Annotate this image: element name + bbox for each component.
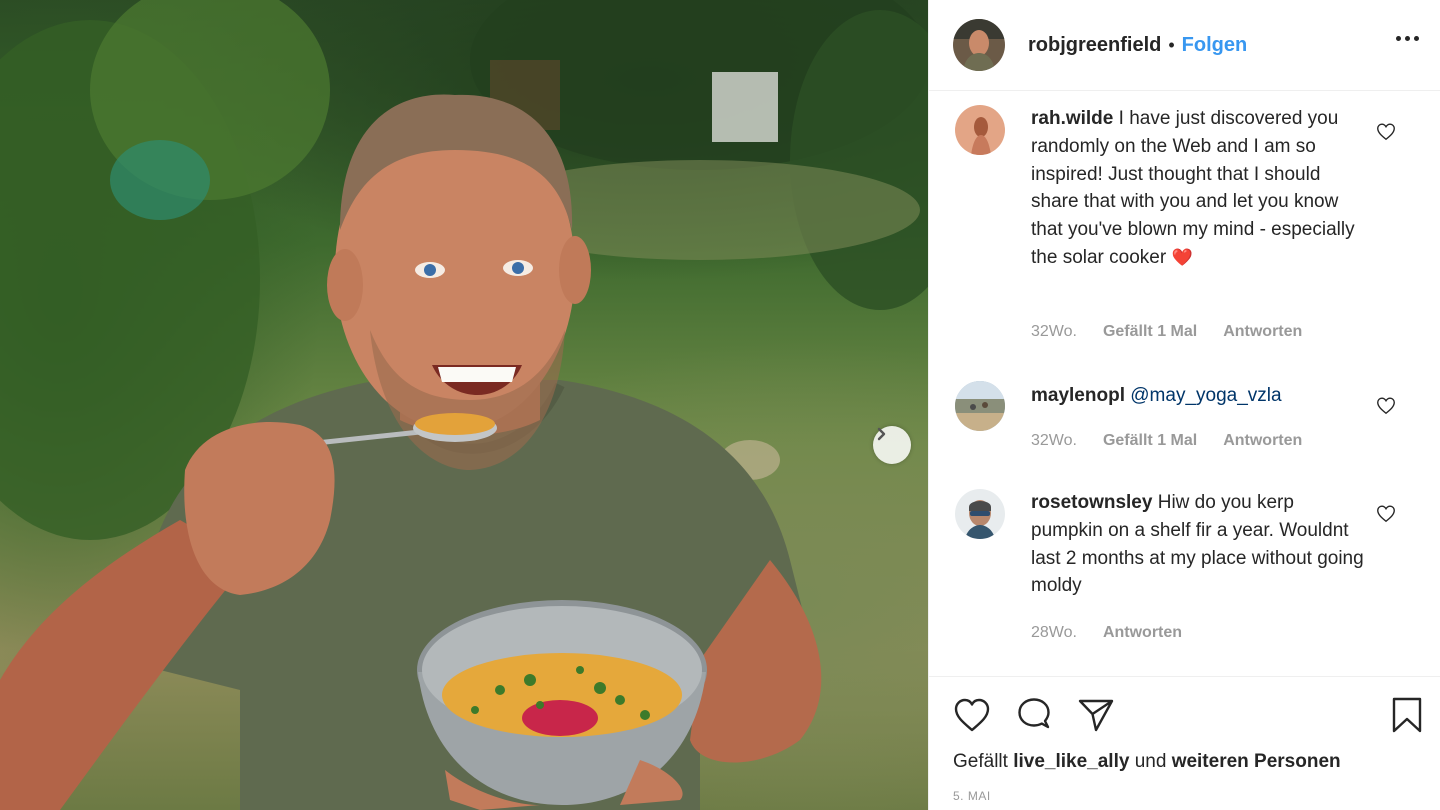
commenter-avatar[interactable]: [955, 489, 1005, 539]
comment-meta: 32Wo. Gefällt 1 Mal Antworten: [1031, 432, 1302, 450]
reply-button[interactable]: Antworten: [1103, 624, 1182, 642]
author-avatar[interactable]: [953, 19, 1005, 71]
post-header: robjgreenfield • Folgen: [929, 0, 1440, 91]
save-bookmark-icon[interactable]: [1387, 695, 1427, 735]
commenter-avatar[interactable]: [955, 381, 1005, 431]
commenter-avatar-image: [955, 489, 1005, 539]
next-photo-button[interactable]: [873, 426, 911, 464]
like-heart-icon[interactable]: [952, 695, 992, 735]
comment-mention[interactable]: @may_yoga_vzla: [1130, 385, 1281, 406]
more-dot: [1395, 35, 1401, 41]
comments-list: rah.wilde I have just discovered you ran…: [929, 92, 1440, 676]
comment-likes[interactable]: Gefällt 1 Mal: [1103, 323, 1197, 341]
reply-button[interactable]: Antworten: [1223, 432, 1302, 450]
comment-meta: 28Wo. Antworten: [1031, 624, 1182, 642]
liked-prefix: Gefällt: [953, 751, 1008, 772]
liked-by-summary: Gefällt live_like_ally und weiteren Pers…: [953, 751, 1341, 773]
commenter-avatar-image: [955, 381, 1005, 431]
comment-body: rah.wilde I have just discovered you ran…: [1031, 105, 1371, 272]
header-separator: •: [1168, 34, 1175, 55]
comment-text: I have just discovered you randomly on t…: [1031, 108, 1355, 268]
commenter-avatar-image: [955, 105, 1005, 155]
more-options-button[interactable]: [1392, 28, 1422, 48]
comment-body: rosetownsley Hiw do you kerp pumpkin on …: [1031, 489, 1371, 600]
post-actions: Gefällt live_like_ally und weiteren Pers…: [929, 676, 1440, 810]
comment-meta: 32Wo. Gefällt 1 Mal Antworten: [1031, 323, 1302, 341]
author-username[interactable]: robjgreenfield: [1028, 34, 1161, 57]
commenter-avatar[interactable]: [955, 105, 1005, 155]
like-comment-heart-icon[interactable]: [1375, 502, 1397, 524]
author-avatar-image: [953, 19, 1005, 71]
commenter-username[interactable]: rah.wilde: [1031, 108, 1113, 129]
post-date[interactable]: 5. MAI: [953, 789, 991, 803]
follow-button[interactable]: Folgen: [1182, 34, 1248, 57]
commenter-username[interactable]: maylenopl: [1031, 385, 1125, 406]
post-photo[interactable]: [0, 0, 928, 810]
post-photo-illustration: [0, 0, 928, 810]
comment-likes[interactable]: Gefällt 1 Mal: [1103, 432, 1197, 450]
share-paper-plane-icon[interactable]: [1076, 695, 1116, 735]
heart-emoji: ❤️: [1171, 247, 1193, 267]
like-comment-heart-icon[interactable]: [1375, 394, 1397, 416]
liked-others-link[interactable]: weiteren Personen: [1172, 751, 1341, 772]
liked-user-link[interactable]: live_like_ally: [1013, 751, 1129, 772]
more-dot: [1404, 35, 1410, 41]
liked-mid: und: [1134, 751, 1167, 772]
comment-body: maylenopl @may_yoga_vzla: [1031, 382, 1371, 410]
comment-bubble-icon[interactable]: [1014, 695, 1054, 735]
post-sidebar: robjgreenfield • Folgen rah.wilde I have…: [928, 0, 1440, 810]
comment-time[interactable]: 32Wo.: [1031, 432, 1077, 450]
more-dot: [1413, 35, 1419, 41]
commenter-username[interactable]: rosetownsley: [1031, 492, 1152, 513]
reply-button[interactable]: Antworten: [1223, 323, 1302, 341]
comment-time[interactable]: 32Wo.: [1031, 323, 1077, 341]
like-comment-heart-icon[interactable]: [1375, 120, 1397, 142]
comment-time[interactable]: 28Wo.: [1031, 624, 1077, 642]
chevron-right-icon: [877, 427, 886, 441]
